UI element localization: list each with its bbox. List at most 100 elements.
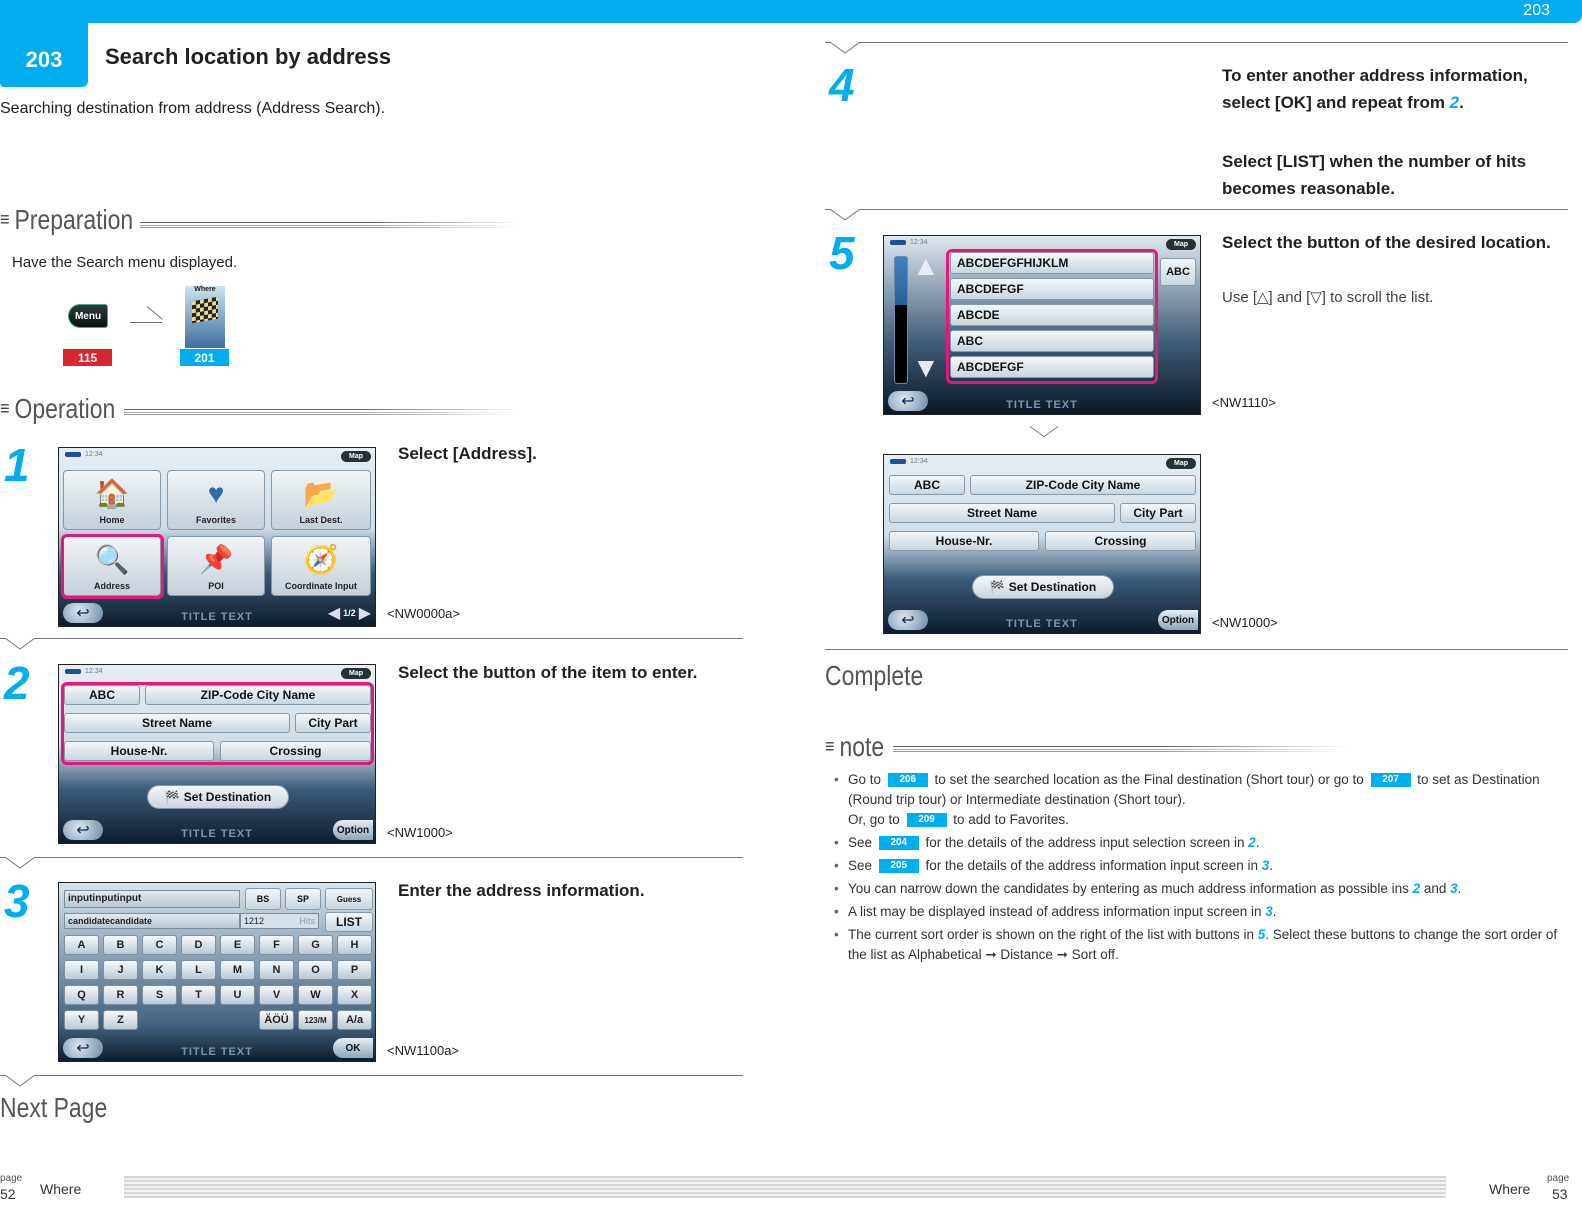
key-case[interactable]: A/a bbox=[337, 1010, 372, 1030]
chevron-down-icon bbox=[1030, 426, 1058, 438]
tile-home[interactable]: 🏠 Home bbox=[63, 470, 161, 530]
step-1-caption: <NW0000a> bbox=[387, 606, 460, 621]
note-heading-text: note bbox=[839, 731, 885, 762]
key-r[interactable]: R bbox=[103, 985, 138, 1005]
ref-badge-207[interactable]: 207 bbox=[1370, 773, 1411, 788]
tile-poi[interactable]: 📌 POI bbox=[167, 536, 265, 596]
zip-city-button[interactable]: ZIP-Code City Name bbox=[970, 475, 1196, 495]
key-d[interactable]: D bbox=[181, 935, 216, 955]
list-button[interactable]: LIST bbox=[325, 912, 373, 932]
key-g[interactable]: G bbox=[298, 935, 333, 955]
map-button[interactable]: Map bbox=[341, 668, 371, 679]
step-4-title: To enter another address information, se… bbox=[1222, 62, 1572, 116]
step-3-caption: <NW1100a> bbox=[387, 1043, 460, 1058]
hits-display: 1212 Hits bbox=[240, 913, 319, 929]
footer-right-page-label: page bbox=[1547, 1173, 1570, 1184]
address-input[interactable]: inputinputinput bbox=[64, 890, 240, 908]
set-destination-button[interactable]: 🏁 Set Destination bbox=[147, 785, 289, 809]
key-e[interactable]: E bbox=[220, 935, 255, 955]
key-p[interactable]: P bbox=[337, 960, 372, 980]
key-v[interactable]: V bbox=[259, 985, 294, 1005]
street-name-button[interactable]: Street Name bbox=[889, 503, 1115, 523]
step-4-subtitle: Select [LIST] when the number of hits be… bbox=[1222, 152, 1527, 198]
map-button[interactable]: Map bbox=[1166, 458, 1196, 469]
key-m[interactable]: M bbox=[220, 960, 255, 980]
option-button[interactable]: Option bbox=[333, 820, 373, 840]
step-divider bbox=[825, 42, 1568, 43]
scroll-down-icon[interactable]: ▼ bbox=[912, 352, 940, 384]
step-ref: 3 bbox=[1450, 881, 1458, 896]
chevron-down-icon bbox=[5, 1075, 35, 1087]
key-o[interactable]: O bbox=[298, 960, 333, 980]
next-page-text: Next Page bbox=[0, 1092, 108, 1123]
footer-left-page-number: 52 bbox=[0, 1186, 16, 1202]
key-c[interactable]: C bbox=[142, 935, 177, 955]
scroll-up-icon[interactable]: ▲ bbox=[912, 250, 940, 282]
step-2-title: Select the button of the item to enter. bbox=[398, 663, 698, 682]
preparation-text: Have the Search menu displayed. bbox=[12, 254, 238, 271]
chapter-title: Search location by address bbox=[105, 44, 392, 69]
house-nr-button[interactable]: House-Nr. bbox=[889, 531, 1039, 551]
key-k[interactable]: K bbox=[142, 960, 177, 980]
tile-coordinate-input[interactable]: 🧭 Coordinate Input bbox=[271, 536, 371, 596]
space-button[interactable]: SP bbox=[285, 888, 321, 910]
key-h[interactable]: H bbox=[337, 935, 372, 955]
heart-icon: ♥ bbox=[207, 478, 225, 509]
note-text: See bbox=[848, 858, 876, 873]
ref-badge-206[interactable]: 206 bbox=[887, 773, 928, 788]
chapter-number-tab: 203 bbox=[0, 23, 88, 87]
key-b[interactable]: B bbox=[103, 935, 138, 955]
ref-badge-201[interactable]: 201 bbox=[180, 349, 229, 366]
key-umlaut[interactable]: ÄÖÜ bbox=[259, 1010, 294, 1030]
key-t[interactable]: T bbox=[181, 985, 216, 1005]
abc-button[interactable]: ABC bbox=[889, 475, 965, 495]
tile-favorites[interactable]: ♥ Favorites bbox=[167, 470, 265, 530]
ref-badge-205[interactable]: 205 bbox=[878, 859, 919, 874]
key-j[interactable]: J bbox=[103, 960, 138, 980]
note-text: for the details of the address input sel… bbox=[921, 835, 1249, 850]
scrollbar[interactable] bbox=[894, 256, 908, 384]
tile-last-dest[interactable]: 📂 Last Dest. bbox=[271, 470, 371, 530]
key-123m[interactable]: 123/M bbox=[298, 1010, 333, 1030]
set-destination-button[interactable]: 🏁 Set Destination bbox=[972, 575, 1114, 599]
next-page-icon[interactable]: ▶ bbox=[359, 603, 371, 623]
map-button[interactable]: Map bbox=[1166, 239, 1196, 250]
key-i[interactable]: I bbox=[64, 960, 99, 980]
operation-rule bbox=[124, 409, 520, 415]
ok-button[interactable]: OK bbox=[333, 1038, 373, 1058]
sort-button[interactable]: ABC bbox=[1160, 258, 1196, 286]
where-label: Where bbox=[194, 286, 216, 293]
key-f[interactable]: F bbox=[259, 935, 294, 955]
step-divider bbox=[825, 209, 1568, 210]
option-button[interactable]: Option bbox=[1158, 610, 1198, 630]
heading-lines-icon: ≡ bbox=[825, 735, 835, 758]
key-x[interactable]: X bbox=[337, 985, 372, 1005]
prev-page-icon[interactable]: ◀ bbox=[328, 603, 340, 623]
backspace-button[interactable]: BS bbox=[245, 888, 281, 910]
crossing-button[interactable]: Crossing bbox=[1045, 531, 1196, 551]
key-z[interactable]: Z bbox=[103, 1010, 138, 1030]
heading-lines-icon: ≡ bbox=[0, 208, 10, 231]
key-a[interactable]: A bbox=[64, 935, 99, 955]
key-q[interactable]: Q bbox=[64, 985, 99, 1005]
note-item: You can narrow down the candidates by en… bbox=[826, 879, 1566, 899]
guess-button[interactable]: Guess bbox=[325, 888, 373, 910]
ref-badge-115[interactable]: 115 bbox=[63, 349, 112, 366]
key-s[interactable]: S bbox=[142, 985, 177, 1005]
set-destination-label: Set Destination bbox=[1008, 580, 1097, 594]
clock: 12:34 bbox=[85, 668, 103, 675]
city-part-button[interactable]: City Part bbox=[1120, 503, 1196, 523]
key-y[interactable]: Y bbox=[64, 1010, 99, 1030]
ref-badge-209[interactable]: 209 bbox=[906, 813, 947, 828]
clock: 12:34 bbox=[910, 458, 928, 465]
step-5-title: Select the button of the desired locatio… bbox=[1222, 233, 1551, 252]
key-l[interactable]: L bbox=[181, 960, 216, 980]
note-text: Or, go to bbox=[848, 812, 904, 827]
step-number-3: 3 bbox=[4, 875, 30, 927]
map-button[interactable]: Map bbox=[341, 451, 371, 462]
ref-badge-204[interactable]: 204 bbox=[878, 836, 919, 851]
key-u[interactable]: U bbox=[220, 985, 255, 1005]
key-n[interactable]: N bbox=[259, 960, 294, 980]
key-w[interactable]: W bbox=[298, 985, 333, 1005]
checkered-flag-icon bbox=[192, 296, 218, 324]
